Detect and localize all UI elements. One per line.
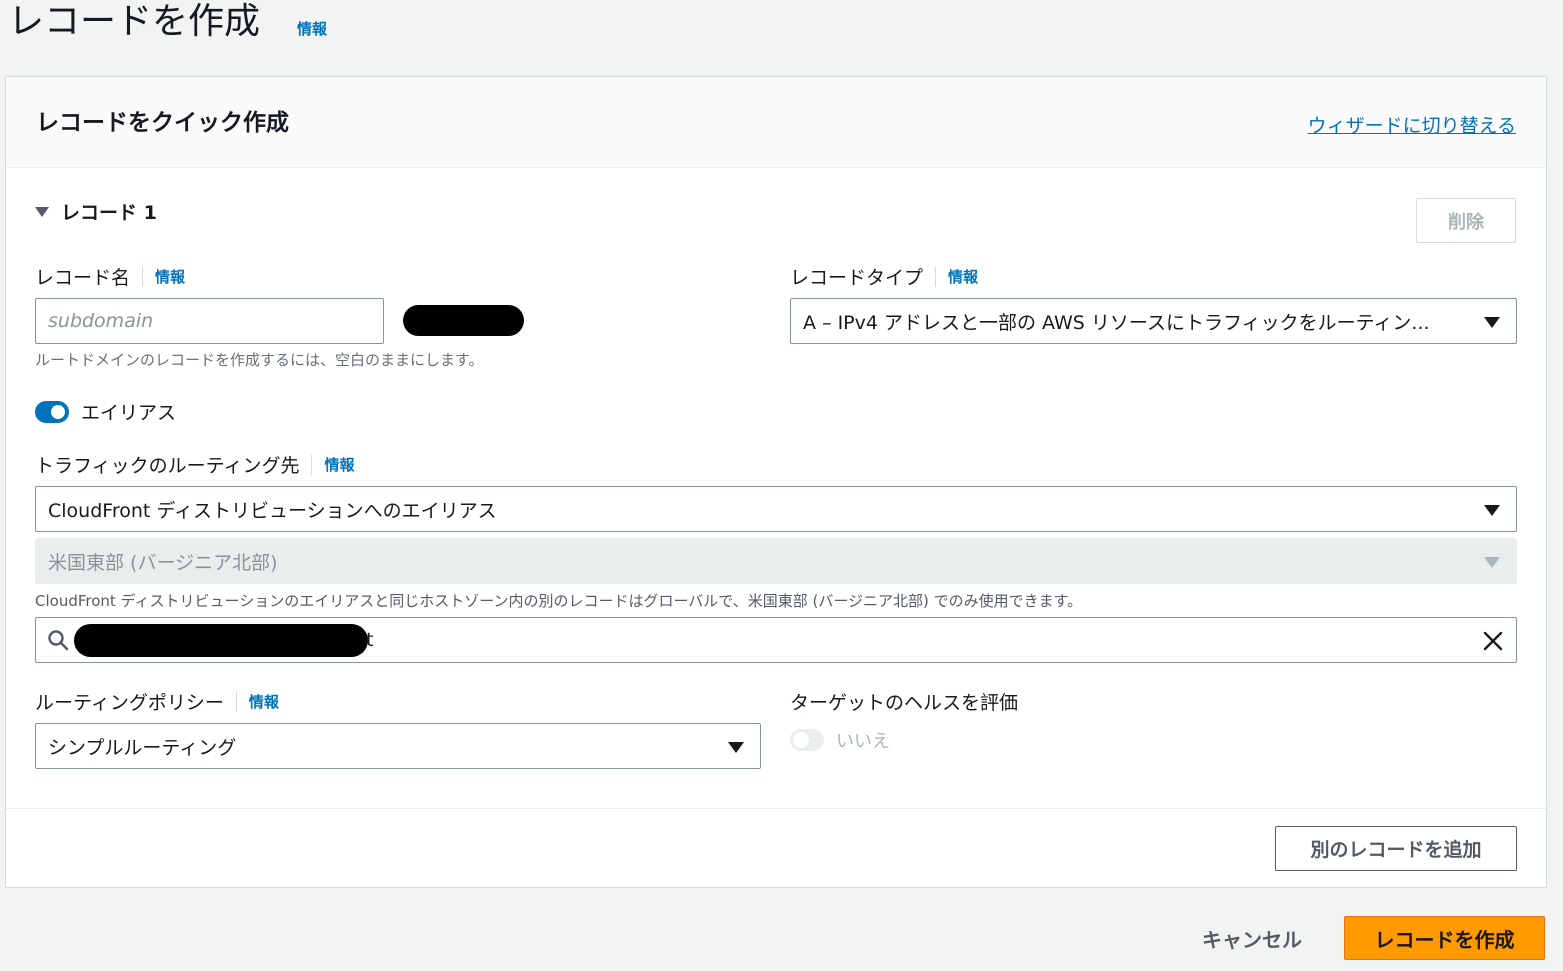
route-target-label: トラフィックのルーティング先 情報 [35, 451, 355, 478]
record-type-value: A – IPv4 アドレスと一部の AWS リソースにトラフィックをルーティン.… [803, 311, 1430, 334]
distribution-search-input[interactable]: t [35, 617, 1517, 663]
label-separator [311, 454, 313, 475]
search-icon [48, 630, 69, 651]
redacted-distribution [74, 623, 368, 657]
health-check-toggle-row: いいえ [790, 727, 890, 753]
search-value-suffix: t [366, 629, 374, 651]
redacted-domain [403, 305, 524, 336]
route-target-select[interactable]: CloudFront ディストリビューションへのエイリアス [35, 486, 1517, 532]
label-separator [142, 266, 144, 287]
route-target-hint: CloudFront ディストリビューションのエイリアスと同じホストゾーン内の別… [35, 592, 1083, 610]
page-info-link[interactable]: 情報 [297, 18, 327, 39]
close-icon[interactable] [1482, 630, 1504, 652]
chevron-down-icon [728, 742, 744, 753]
health-check-toggle[interactable] [790, 729, 824, 751]
routing-policy-info-link[interactable]: 情報 [249, 691, 279, 712]
panel-title: レコードをクイック作成 [36, 110, 289, 136]
create-records-button[interactable]: レコードを作成 [1344, 916, 1545, 960]
record-heading: レコード 1 [61, 202, 157, 224]
switch-to-wizard-link[interactable]: ウィザードに切り替える [1308, 111, 1516, 138]
record-name-input[interactable]: subdomain [35, 298, 384, 344]
record-name-label-text: レコード名 [35, 267, 131, 289]
alias-toggle-row: エイリアス [35, 398, 176, 425]
record-1-expand-toggle[interactable]: レコード 1 [35, 198, 157, 225]
record-name-label: レコード名 情報 [35, 263, 185, 290]
label-separator [935, 266, 937, 287]
panel-footer-divider [6, 808, 1546, 809]
routing-policy-value: シンプルルーティング [48, 736, 237, 759]
caret-down-icon [35, 206, 49, 217]
alias-label: エイリアス [81, 402, 177, 424]
add-another-record-button[interactable]: 別のレコードを追加 [1275, 826, 1517, 871]
record-name-hint: ルートドメインのレコードを作成するには、空白のままにします。 [35, 351, 484, 369]
routing-policy-label: ルーティングポリシー 情報 [35, 688, 279, 715]
record-type-select[interactable]: A – IPv4 アドレスと一部の AWS リソースにトラフィックをルーティン.… [790, 298, 1517, 344]
record-type-label-text: レコードタイプ [790, 267, 924, 289]
health-check-value: いいえ [836, 731, 890, 752]
routing-policy-label-text: ルーティングポリシー [35, 692, 224, 714]
alias-toggle[interactable] [35, 400, 69, 423]
region-value: 米国東部 (バージニア北部) [48, 551, 278, 574]
route-target-label-text: トラフィックのルーティング先 [35, 455, 300, 477]
delete-record-button[interactable]: 削除 [1416, 198, 1516, 243]
panel-header: レコードをクイック作成 ウィザードに切り替える [6, 77, 1546, 168]
page-title: レコードを作成 [8, 1, 261, 42]
record-name-placeholder: subdomain [48, 310, 154, 332]
record-type-info-link[interactable]: 情報 [948, 266, 978, 287]
record-type-label: レコードタイプ 情報 [790, 263, 978, 290]
cancel-button[interactable]: キャンセル [1190, 916, 1314, 960]
label-separator [235, 691, 237, 712]
health-check-label: ターゲットのヘルスを評価 [790, 688, 1018, 715]
chevron-down-icon [1484, 317, 1500, 328]
record-name-info-link[interactable]: 情報 [155, 266, 185, 287]
route-target-value: CloudFront ディストリビューションへのエイリアス [48, 499, 497, 522]
route-target-info-link[interactable]: 情報 [324, 454, 354, 475]
routing-policy-select[interactable]: シンプルルーティング [35, 723, 761, 769]
chevron-down-icon [1484, 557, 1500, 568]
region-select: 米国東部 (バージニア北部) [35, 538, 1517, 584]
chevron-down-icon [1484, 505, 1500, 516]
health-check-label-text: ターゲットのヘルスを評価 [790, 692, 1019, 714]
